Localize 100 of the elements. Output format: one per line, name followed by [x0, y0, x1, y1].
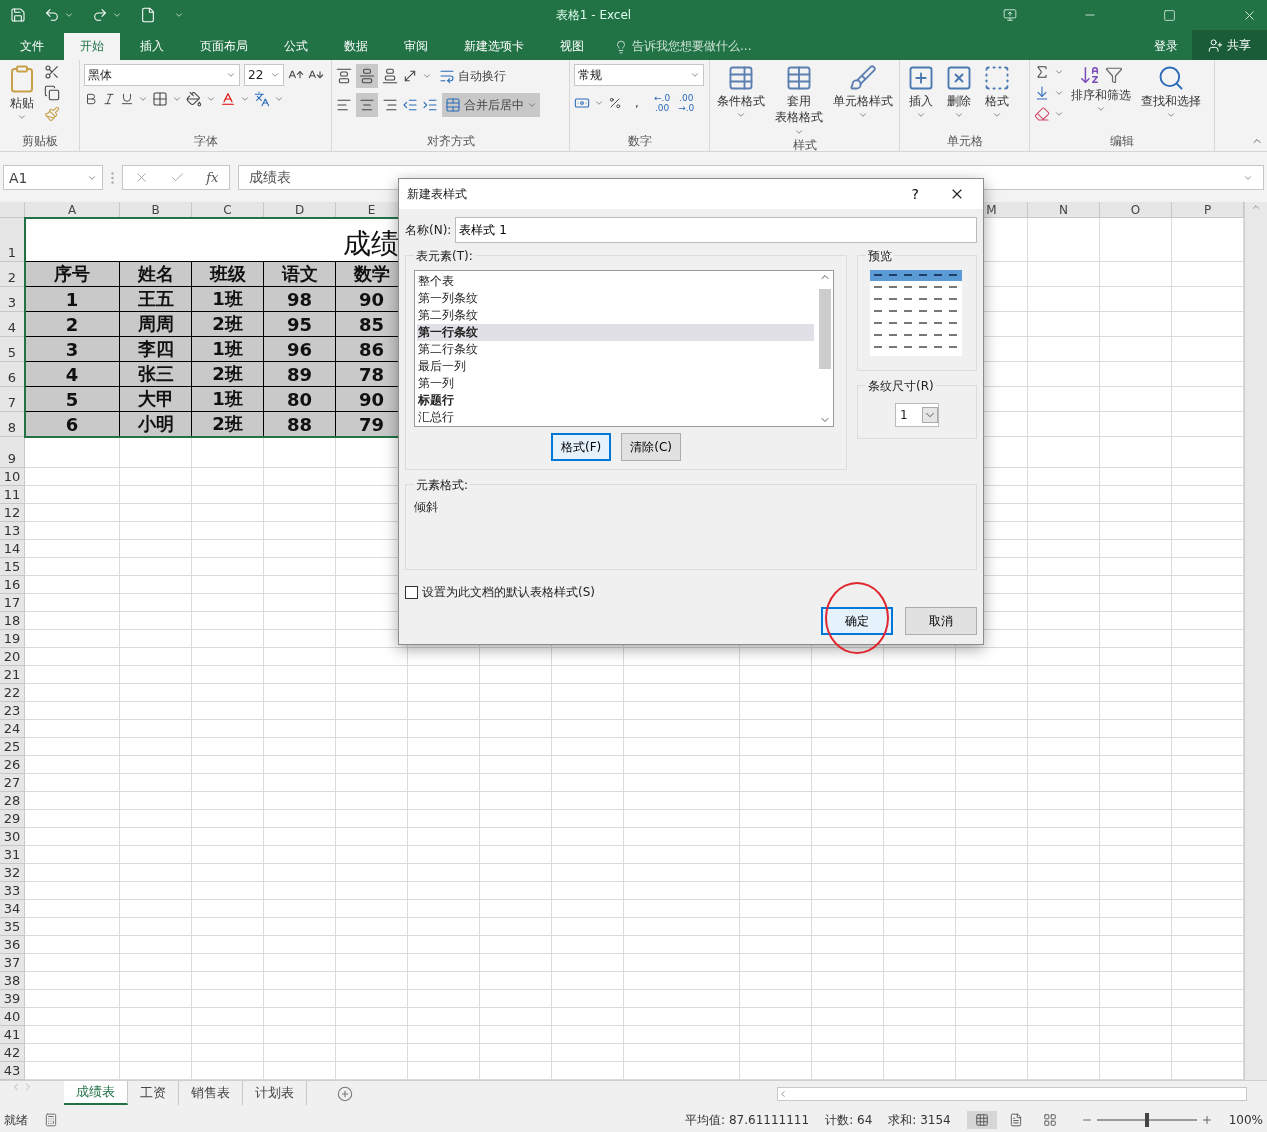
row-header[interactable]: 7 [0, 387, 25, 412]
caret-icon[interactable] [1054, 88, 1064, 98]
row-header[interactable]: 36 [0, 936, 25, 954]
sheet-tab[interactable]: 成绩表 [64, 1081, 128, 1105]
row-header[interactable]: 4 [0, 312, 25, 337]
caret-icon[interactable] [206, 94, 216, 104]
ribbon-display-icon[interactable] [1003, 8, 1017, 22]
ok-button[interactable]: 确定 [821, 607, 893, 635]
caret-icon[interactable] [138, 94, 148, 104]
row-header[interactable]: 26 [0, 756, 25, 774]
decrease-indent-icon[interactable] [402, 97, 418, 113]
sign-in-link[interactable]: 登录 [1140, 33, 1192, 60]
caret-icon[interactable] [594, 98, 604, 108]
row-header[interactable]: 21 [0, 666, 25, 684]
row-header[interactable]: 37 [0, 954, 25, 972]
style-button[interactable]: 单元格样式 [830, 64, 896, 137]
caret-icon[interactable] [1054, 67, 1064, 77]
borders-icon[interactable] [152, 91, 168, 107]
paste-button[interactable]: 粘贴 [4, 64, 40, 133]
maximize-icon[interactable] [1163, 8, 1176, 22]
zoom-level-text[interactable]: 100% [1228, 1113, 1263, 1127]
sheet-tab[interactable]: 计划表 [243, 1081, 307, 1105]
fill-down-icon[interactable] [1034, 85, 1050, 101]
eraser-icon[interactable] [1034, 106, 1050, 122]
align-bottom-icon[interactable] [382, 68, 398, 84]
font-name-select[interactable]: 黑体 [84, 64, 240, 86]
column-header[interactable]: P [1172, 202, 1244, 218]
row-header[interactable]: 23 [0, 702, 25, 720]
list-item[interactable]: 标题行 [417, 392, 814, 409]
row-header[interactable]: 20 [0, 648, 25, 666]
macro-record-icon[interactable] [44, 1113, 58, 1127]
column-header[interactable]: C [192, 202, 264, 218]
copy-icon[interactable] [44, 85, 60, 101]
increase-decimal-button[interactable]: ←.0 .00 [652, 93, 673, 113]
row-header[interactable]: 1 [0, 218, 25, 262]
cells-button[interactable]: 插入 [904, 64, 938, 133]
row-header[interactable]: 15 [0, 558, 25, 576]
sigma-icon[interactable] [1034, 64, 1050, 80]
customize-caret-icon[interactable] [174, 10, 184, 20]
save-icon[interactable] [10, 7, 26, 23]
row-header[interactable]: 12 [0, 504, 25, 522]
editing-button[interactable]: 查找和选择 [1138, 64, 1204, 133]
row-header[interactable]: 42 [0, 1044, 25, 1062]
cells-button[interactable]: 删除 [942, 64, 976, 133]
row-header[interactable]: 13 [0, 522, 25, 540]
share-button[interactable]: 共享 [1192, 30, 1267, 60]
row-header[interactable]: 29 [0, 810, 25, 828]
editing-button[interactable]: 排序和筛选 [1068, 64, 1134, 133]
row-header[interactable]: 39 [0, 990, 25, 1008]
default-checkbox[interactable] [405, 586, 418, 599]
comma-style-button[interactable]: , [626, 91, 648, 115]
insert-function-button[interactable]: fx [206, 170, 219, 185]
caret-icon[interactable] [274, 94, 284, 104]
new-document-icon[interactable] [140, 7, 156, 23]
row-header[interactable]: 18 [0, 612, 25, 630]
row-header[interactable]: 16 [0, 576, 25, 594]
row-header[interactable]: 41 [0, 1026, 25, 1044]
ribbon-tab[interactable]: 数据 [328, 33, 384, 60]
list-item[interactable]: 第一列 [417, 375, 814, 392]
row-header[interactable]: 33 [0, 882, 25, 900]
align-right-icon[interactable] [382, 97, 398, 113]
row-header[interactable]: 6 [0, 362, 25, 387]
row-header[interactable]: 2 [0, 262, 25, 287]
row-header[interactable]: 43 [0, 1062, 25, 1080]
caret-icon[interactable] [64, 10, 74, 20]
ribbon-tab[interactable]: 审阅 [388, 33, 444, 60]
column-header[interactable]: B [120, 202, 192, 218]
row-header[interactable]: 31 [0, 846, 25, 864]
align-middle-button[interactable] [356, 64, 378, 88]
column-header[interactable]: A [25, 202, 120, 218]
currency-icon[interactable] [574, 95, 590, 111]
zoom-in-icon[interactable] [1200, 1114, 1213, 1126]
ribbon-tab[interactable]: 插入 [124, 33, 180, 60]
number-format-select[interactable]: 常规 [574, 64, 704, 86]
increase-indent-icon[interactable] [422, 97, 438, 113]
row-header[interactable]: 24 [0, 720, 25, 738]
orientation-icon[interactable] [402, 68, 418, 84]
caret-icon[interactable] [172, 94, 182, 104]
paintbrush-icon[interactable] [44, 106, 60, 122]
ribbon-tab[interactable]: 页面布局 [184, 33, 264, 60]
checkbox-label[interactable]: 设置为此文档的默认表格样式(S) [422, 584, 595, 601]
list-item[interactable]: 第二列条纹 [417, 307, 814, 324]
ribbon-tab[interactable]: 视图 [544, 33, 600, 60]
horizontal-scrollbar[interactable] [777, 1087, 1247, 1101]
wrap-text-button[interactable]: 自动换行 [436, 64, 509, 88]
style-button[interactable]: 套用 表格格式 [772, 64, 826, 137]
list-item[interactable]: 最后一列 [417, 358, 814, 375]
stripe-size-select[interactable]: 1 [895, 403, 939, 427]
scissors-icon[interactable] [44, 64, 60, 80]
row-header[interactable]: 28 [0, 792, 25, 810]
cells-button[interactable]: 格式 [980, 64, 1014, 133]
normal-view-button[interactable] [966, 1111, 997, 1129]
row-header[interactable]: 8 [0, 412, 25, 437]
italic-icon[interactable] [102, 92, 116, 106]
zoom-thumb[interactable] [1144, 1113, 1149, 1127]
format-button[interactable]: 格式(F) [551, 433, 612, 461]
sheet-tab[interactable]: 工资 [128, 1081, 179, 1105]
row-header[interactable]: 38 [0, 972, 25, 990]
row-header[interactable]: 32 [0, 864, 25, 882]
row-header[interactable]: 5 [0, 337, 25, 362]
